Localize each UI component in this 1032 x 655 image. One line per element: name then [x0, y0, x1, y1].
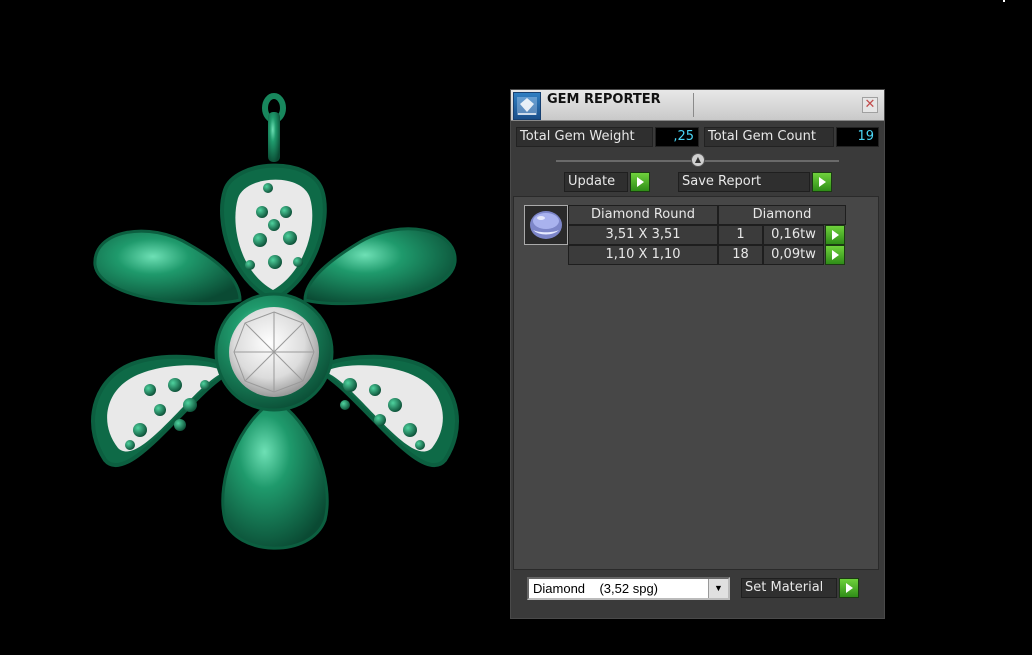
close-icon[interactable]: ✕	[862, 97, 878, 113]
gem-size-cell: 3,51 X 3,51	[568, 225, 718, 245]
set-material-play-arrow-icon[interactable]	[839, 578, 859, 598]
panel-title: GEM REPORTER	[547, 92, 661, 107]
row-play-arrow-icon[interactable]	[825, 245, 845, 265]
gem-reporter-icon	[513, 92, 541, 120]
corner-marker	[1003, 0, 1005, 2]
gem-weight-cell: 0,09tw	[763, 245, 824, 265]
save-report-button[interactable]: Save Report	[678, 172, 810, 192]
material-select-value: Diamond (3,52 spg)	[533, 581, 659, 596]
set-material-button[interactable]: Set Material	[741, 578, 837, 598]
gem-weight-cell: 0,16tw	[763, 225, 824, 245]
update-button[interactable]: Update	[564, 172, 628, 192]
flower-pendant-model	[91, 93, 459, 550]
total-gem-count-value: 19	[836, 127, 879, 147]
viewport-3d[interactable]	[0, 0, 505, 655]
shape-header: Diamond Round	[568, 205, 718, 225]
gem-reporter-panel: GEM REPORTER ✕ Total Gem Weight ,25 Tota…	[510, 89, 885, 619]
report-area: Diamond Round Diamond 3,51 X 3,51 1 0,16…	[513, 196, 879, 570]
slider-knob-icon[interactable]: ▲	[691, 153, 705, 167]
gem-size-cell: 1,10 X 1,10	[568, 245, 718, 265]
gem-thumbnail-icon[interactable]	[524, 205, 568, 245]
dropdown-arrow-icon[interactable]: ▼	[708, 579, 728, 598]
title-separator	[693, 93, 694, 117]
panel-titlebar[interactable]: GEM REPORTER ✕	[511, 90, 884, 121]
update-play-arrow-icon[interactable]	[630, 172, 650, 192]
gem-count-cell: 1	[718, 225, 763, 245]
material-header: Diamond	[718, 205, 846, 225]
material-select[interactable]: Diamond (3,52 spg) ▼	[527, 577, 730, 600]
row-play-arrow-icon[interactable]	[825, 225, 845, 245]
gem-count-cell: 18	[718, 245, 763, 265]
total-gem-count-label: Total Gem Count	[704, 127, 834, 147]
total-gem-weight-label: Total Gem Weight	[516, 127, 653, 147]
save-report-play-arrow-icon[interactable]	[812, 172, 832, 192]
total-gem-weight-value: ,25	[655, 127, 699, 147]
